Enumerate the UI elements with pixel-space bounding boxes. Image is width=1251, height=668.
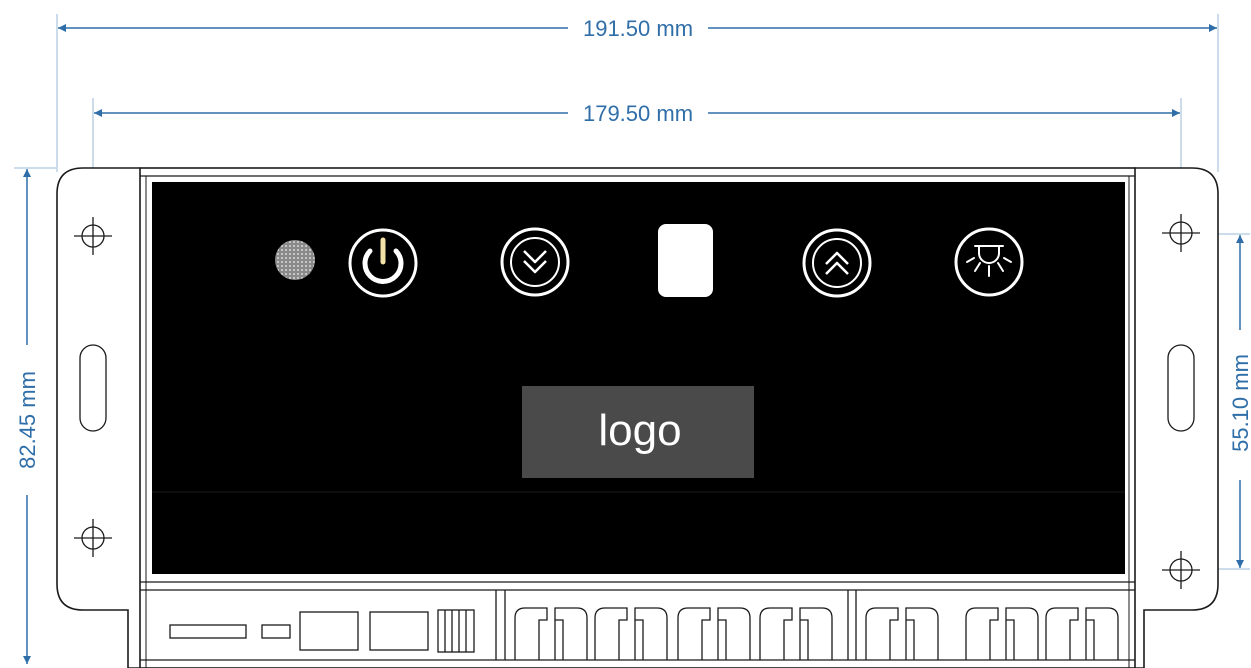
display-window bbox=[658, 224, 713, 297]
inner-width-label: 179.50 mm bbox=[583, 101, 693, 126]
dimension-overall-height: 82.45 mm bbox=[14, 167, 56, 664]
drawing: 191.50 mm 179.50 mm 82.45 mm 55.10 mm lo… bbox=[14, 14, 1251, 668]
power-button[interactable] bbox=[348, 228, 418, 298]
speaker-grille bbox=[275, 240, 315, 280]
mount-height-label: 55.10 mm bbox=[1228, 354, 1251, 452]
overall-width-label: 191.50 mm bbox=[583, 16, 693, 41]
overall-height-label: 82.45 mm bbox=[15, 371, 40, 469]
logo-text: logo bbox=[598, 406, 681, 455]
up-button[interactable] bbox=[802, 228, 872, 298]
light-button[interactable] bbox=[954, 227, 1024, 297]
down-button[interactable] bbox=[500, 227, 570, 297]
logo-box: logo bbox=[522, 386, 754, 478]
dimension-overall-width: 191.50 mm bbox=[56, 14, 1219, 172]
